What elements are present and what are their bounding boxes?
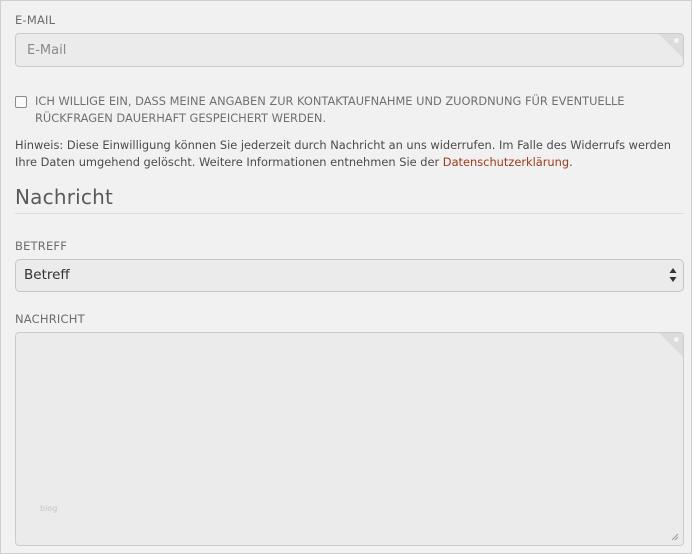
- privacy-hint-end: .: [569, 155, 573, 169]
- message-label: NACHRICHT: [15, 312, 85, 326]
- section-divider: [15, 213, 684, 214]
- required-corner-icon: [659, 34, 683, 58]
- consent-text: ICH WILLIGE EIN, DASS MEINE ANGABEN ZUR …: [35, 94, 625, 125]
- required-dot-icon: [674, 337, 679, 342]
- message-field-container: [15, 332, 684, 546]
- message-textarea[interactable]: [16, 333, 683, 545]
- privacy-hint: Hinweis: Diese Einwilligung können Sie j…: [15, 137, 683, 171]
- email-field[interactable]: [16, 34, 683, 66]
- section-title: Nachricht: [15, 185, 113, 209]
- updown-arrows-icon: [669, 268, 677, 282]
- subject-selected-value: Betreff: [24, 267, 70, 283]
- privacy-policy-link[interactable]: Datenschutzerklärung: [443, 155, 569, 169]
- resize-grip-icon[interactable]: [671, 533, 679, 541]
- contact-form: E-MAIL ICH WILLIGE EIN, DASS MEINE ANGAB…: [0, 0, 692, 554]
- email-label: E-MAIL: [15, 13, 56, 27]
- email-field-container: [15, 33, 684, 67]
- subject-select[interactable]: Betreff: [15, 259, 684, 292]
- required-dot-icon: [674, 38, 679, 43]
- subject-label: BETREFF: [15, 239, 68, 253]
- watermark-text: blog: [40, 504, 58, 513]
- required-corner-icon: [659, 333, 683, 357]
- consent-checkbox[interactable]: [15, 96, 27, 108]
